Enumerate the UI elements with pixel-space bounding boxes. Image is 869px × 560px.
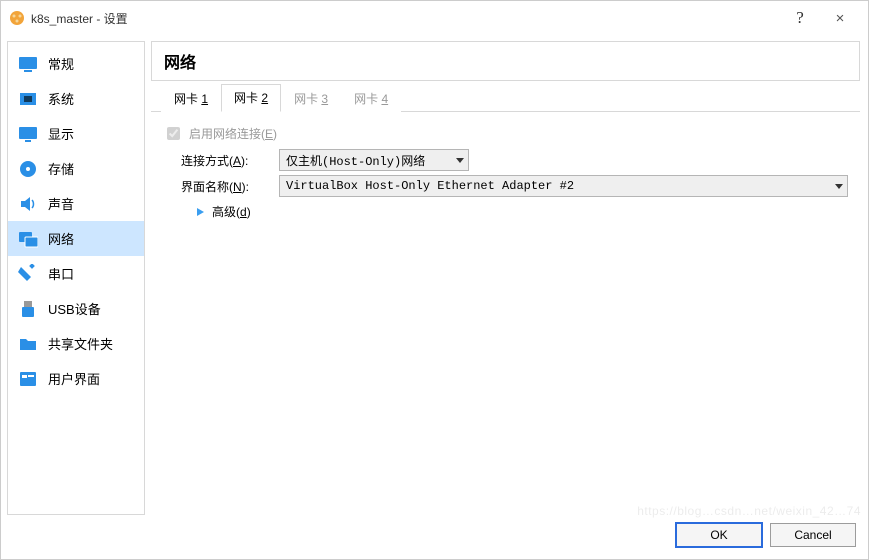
tab-adapter-1[interactable]: 网卡 1 <box>161 85 221 112</box>
sidebar-item-label: 存储 <box>48 159 74 178</box>
tab-label: 网卡 <box>294 92 321 106</box>
sidebar-item-usb[interactable]: USB设备 <box>8 291 144 326</box>
interface-name-value: VirtualBox Host-Only Ethernet Adapter #2 <box>286 179 574 193</box>
interface-name-label: 界面名称(N): <box>181 178 273 195</box>
storage-icon <box>18 159 38 179</box>
body-area: 常规 系统 显示 存储 声音 <box>1 35 868 515</box>
interface-name-combo[interactable]: VirtualBox Host-Only Ethernet Adapter #2 <box>279 175 848 197</box>
help-button[interactable]: ? <box>780 3 820 33</box>
sidebar-item-label: 串口 <box>48 264 74 283</box>
attach-mode-value: 仅主机(Host-Only)网络 <box>286 152 425 169</box>
sidebar-item-shared-folders[interactable]: 共享文件夹 <box>8 326 144 361</box>
network-form: 启用网络连接(E) 连接方式(A): 仅主机(Host-Only)网络 界面名称… <box>151 118 860 220</box>
interface-name-row: 界面名称(N): VirtualBox Host-Only Ethernet A… <box>181 175 848 197</box>
ui-icon <box>18 369 38 389</box>
ok-button[interactable]: OK <box>676 523 762 547</box>
tab-hotkey: 3 <box>321 92 328 106</box>
window-title: k8s_master - 设置 <box>31 10 128 27</box>
app-icon <box>9 10 25 26</box>
serial-icon <box>18 264 38 284</box>
tab-label: 网卡 <box>354 92 381 106</box>
audio-icon <box>18 194 38 214</box>
usb-icon <box>18 299 38 319</box>
sidebar-item-label: USB设备 <box>48 299 101 318</box>
sidebar-item-serial[interactable]: 串口 <box>8 256 144 291</box>
sidebar-item-system[interactable]: 系统 <box>8 81 144 116</box>
sidebar-item-label: 共享文件夹 <box>48 334 113 353</box>
attach-mode-row: 连接方式(A): 仅主机(Host-Only)网络 <box>181 149 848 171</box>
sidebar-item-display[interactable]: 显示 <box>8 116 144 151</box>
advanced-label: 高级(d) <box>212 203 251 220</box>
sidebar-item-label: 声音 <box>48 194 74 213</box>
network-icon <box>18 229 38 249</box>
chevron-down-icon <box>456 158 464 163</box>
sidebar-item-storage[interactable]: 存储 <box>8 151 144 186</box>
general-icon <box>18 54 38 74</box>
enable-network-label: 启用网络连接(E) <box>189 125 277 142</box>
enable-network-checkbox[interactable] <box>167 127 180 140</box>
tab-hotkey: 1 <box>201 92 208 106</box>
tab-label: 网卡 <box>234 91 261 105</box>
sidebar-item-label: 系统 <box>48 89 74 108</box>
close-button[interactable]: × <box>820 3 860 33</box>
enable-network-row: 启用网络连接(E) <box>163 124 848 143</box>
sidebar-item-label: 显示 <box>48 124 74 143</box>
tab-adapter-4[interactable]: 网卡 4 <box>341 85 401 112</box>
attach-mode-combo[interactable]: 仅主机(Host-Only)网络 <box>279 149 469 171</box>
sidebar-item-network[interactable]: 网络 <box>8 221 144 256</box>
attach-mode-label: 连接方式(A): <box>181 152 273 169</box>
triangle-right-icon <box>197 208 204 216</box>
dialog-buttons: OK Cancel <box>1 515 868 555</box>
system-icon <box>18 89 38 109</box>
sidebar-item-ui[interactable]: 用户界面 <box>8 361 144 396</box>
shared-folder-icon <box>18 334 38 354</box>
tab-adapter-3[interactable]: 网卡 3 <box>281 85 341 112</box>
sidebar-item-label: 用户界面 <box>48 369 100 388</box>
sidebar-item-audio[interactable]: 声音 <box>8 186 144 221</box>
cancel-button[interactable]: Cancel <box>770 523 856 547</box>
sidebar-item-general[interactable]: 常规 <box>8 46 144 81</box>
chevron-down-icon <box>835 184 843 189</box>
tab-hotkey: 2 <box>261 91 268 105</box>
advanced-toggle[interactable]: 高级(d) <box>197 203 848 220</box>
titlebar: k8s_master - 设置 ? × <box>1 1 868 35</box>
display-icon <box>18 124 38 144</box>
tab-label: 网卡 <box>174 92 201 106</box>
content-panel: 网络 网卡 1 网卡 2 网卡 3 网卡 4 启用网络连接(E) <box>151 41 862 515</box>
sidebar-item-label: 网络 <box>48 229 74 248</box>
adapter-tabs: 网卡 1 网卡 2 网卡 3 网卡 4 <box>151 87 860 112</box>
panel-title: 网络 <box>151 41 860 81</box>
tab-adapter-2[interactable]: 网卡 2 <box>221 84 281 112</box>
tab-hotkey: 4 <box>381 92 388 106</box>
sidebar-item-label: 常规 <box>48 54 74 73</box>
sidebar: 常规 系统 显示 存储 声音 <box>7 41 145 515</box>
